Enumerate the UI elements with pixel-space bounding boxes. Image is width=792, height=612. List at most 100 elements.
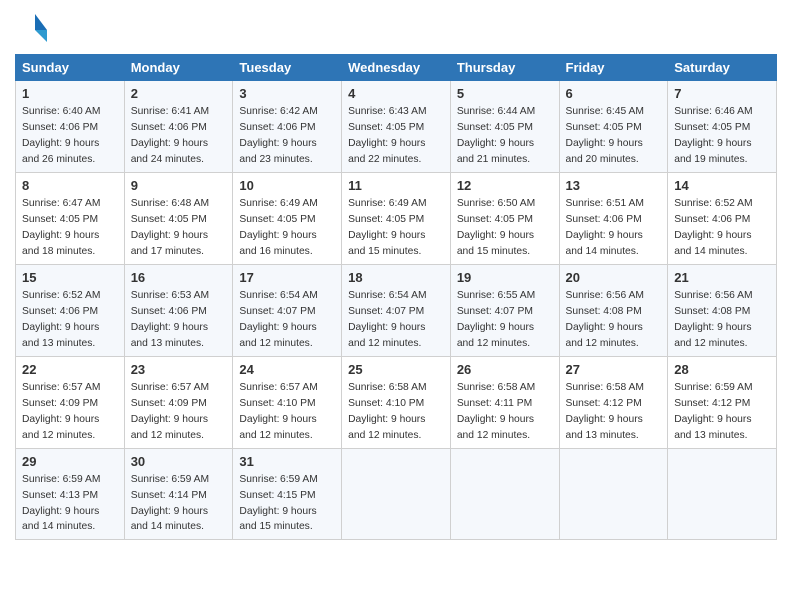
table-row: [668, 448, 777, 540]
day-number: 12: [457, 177, 553, 195]
table-row: 25 Sunrise: 6:58 AMSunset: 4:10 PMDaylig…: [342, 356, 451, 448]
col-sunday: Sunday: [16, 55, 125, 81]
table-row: 6 Sunrise: 6:45 AMSunset: 4:05 PMDayligh…: [559, 81, 668, 173]
day-number: 9: [131, 177, 227, 195]
day-number: 22: [22, 361, 118, 379]
table-row: 16 Sunrise: 6:53 AMSunset: 4:06 PMDaylig…: [124, 264, 233, 356]
logo-icon: [15, 10, 51, 46]
calendar-week-row: 1 Sunrise: 6:40 AMSunset: 4:06 PMDayligh…: [16, 81, 777, 173]
cell-content: Sunrise: 6:40 AMSunset: 4:06 PMDaylight:…: [22, 106, 100, 165]
cell-content: Sunrise: 6:56 AMSunset: 4:08 PMDaylight:…: [674, 290, 752, 349]
cell-content: Sunrise: 6:55 AMSunset: 4:07 PMDaylight:…: [457, 290, 535, 349]
cell-content: Sunrise: 6:41 AMSunset: 4:06 PMDaylight:…: [131, 106, 209, 165]
header: [15, 10, 777, 46]
page-container: Sunday Monday Tuesday Wednesday Thursday…: [0, 0, 792, 550]
day-number: 15: [22, 269, 118, 287]
table-row: 18 Sunrise: 6:54 AMSunset: 4:07 PMDaylig…: [342, 264, 451, 356]
day-number: 20: [566, 269, 662, 287]
calendar-week-row: 29 Sunrise: 6:59 AMSunset: 4:13 PMDaylig…: [16, 448, 777, 540]
cell-content: Sunrise: 6:58 AMSunset: 4:10 PMDaylight:…: [348, 382, 426, 441]
cell-content: Sunrise: 6:51 AMSunset: 4:06 PMDaylight:…: [566, 198, 644, 257]
calendar-table: Sunday Monday Tuesday Wednesday Thursday…: [15, 54, 777, 540]
day-number: 11: [348, 177, 444, 195]
table-row: 3 Sunrise: 6:42 AMSunset: 4:06 PMDayligh…: [233, 81, 342, 173]
day-number: 5: [457, 85, 553, 103]
cell-content: Sunrise: 6:44 AMSunset: 4:05 PMDaylight:…: [457, 106, 535, 165]
table-row: [342, 448, 451, 540]
cell-content: Sunrise: 6:54 AMSunset: 4:07 PMDaylight:…: [348, 290, 426, 349]
calendar-week-row: 8 Sunrise: 6:47 AMSunset: 4:05 PMDayligh…: [16, 172, 777, 264]
day-number: 1: [22, 85, 118, 103]
cell-content: Sunrise: 6:57 AMSunset: 4:09 PMDaylight:…: [131, 382, 209, 441]
table-row: 22 Sunrise: 6:57 AMSunset: 4:09 PMDaylig…: [16, 356, 125, 448]
table-row: 31 Sunrise: 6:59 AMSunset: 4:15 PMDaylig…: [233, 448, 342, 540]
table-row: 11 Sunrise: 6:49 AMSunset: 4:05 PMDaylig…: [342, 172, 451, 264]
day-number: 21: [674, 269, 770, 287]
table-row: 14 Sunrise: 6:52 AMSunset: 4:06 PMDaylig…: [668, 172, 777, 264]
day-number: 10: [239, 177, 335, 195]
cell-content: Sunrise: 6:54 AMSunset: 4:07 PMDaylight:…: [239, 290, 317, 349]
col-wednesday: Wednesday: [342, 55, 451, 81]
day-number: 7: [674, 85, 770, 103]
col-tuesday: Tuesday: [233, 55, 342, 81]
table-row: 10 Sunrise: 6:49 AMSunset: 4:05 PMDaylig…: [233, 172, 342, 264]
cell-content: Sunrise: 6:58 AMSunset: 4:11 PMDaylight:…: [457, 382, 535, 441]
day-number: 6: [566, 85, 662, 103]
cell-content: Sunrise: 6:59 AMSunset: 4:13 PMDaylight:…: [22, 474, 100, 533]
cell-content: Sunrise: 6:59 AMSunset: 4:15 PMDaylight:…: [239, 474, 317, 533]
cell-content: Sunrise: 6:43 AMSunset: 4:05 PMDaylight:…: [348, 106, 426, 165]
day-number: 3: [239, 85, 335, 103]
table-row: 20 Sunrise: 6:56 AMSunset: 4:08 PMDaylig…: [559, 264, 668, 356]
day-number: 31: [239, 453, 335, 471]
cell-content: Sunrise: 6:56 AMSunset: 4:08 PMDaylight:…: [566, 290, 644, 349]
col-monday: Monday: [124, 55, 233, 81]
cell-content: Sunrise: 6:59 AMSunset: 4:14 PMDaylight:…: [131, 474, 209, 533]
cell-content: Sunrise: 6:57 AMSunset: 4:09 PMDaylight:…: [22, 382, 100, 441]
day-number: 28: [674, 361, 770, 379]
day-number: 16: [131, 269, 227, 287]
table-row: 15 Sunrise: 6:52 AMSunset: 4:06 PMDaylig…: [16, 264, 125, 356]
day-number: 14: [674, 177, 770, 195]
cell-content: Sunrise: 6:42 AMSunset: 4:06 PMDaylight:…: [239, 106, 317, 165]
calendar-header-row: Sunday Monday Tuesday Wednesday Thursday…: [16, 55, 777, 81]
table-row: 30 Sunrise: 6:59 AMSunset: 4:14 PMDaylig…: [124, 448, 233, 540]
table-row: 13 Sunrise: 6:51 AMSunset: 4:06 PMDaylig…: [559, 172, 668, 264]
cell-content: Sunrise: 6:47 AMSunset: 4:05 PMDaylight:…: [22, 198, 100, 257]
col-thursday: Thursday: [450, 55, 559, 81]
table-row: 1 Sunrise: 6:40 AMSunset: 4:06 PMDayligh…: [16, 81, 125, 173]
cell-content: Sunrise: 6:50 AMSunset: 4:05 PMDaylight:…: [457, 198, 535, 257]
day-number: 24: [239, 361, 335, 379]
day-number: 13: [566, 177, 662, 195]
table-row: 5 Sunrise: 6:44 AMSunset: 4:05 PMDayligh…: [450, 81, 559, 173]
table-row: 24 Sunrise: 6:57 AMSunset: 4:10 PMDaylig…: [233, 356, 342, 448]
day-number: 2: [131, 85, 227, 103]
day-number: 27: [566, 361, 662, 379]
day-number: 30: [131, 453, 227, 471]
cell-content: Sunrise: 6:45 AMSunset: 4:05 PMDaylight:…: [566, 106, 644, 165]
day-number: 18: [348, 269, 444, 287]
calendar-week-row: 15 Sunrise: 6:52 AMSunset: 4:06 PMDaylig…: [16, 264, 777, 356]
logo: [15, 10, 55, 46]
table-row: 28 Sunrise: 6:59 AMSunset: 4:12 PMDaylig…: [668, 356, 777, 448]
day-number: 23: [131, 361, 227, 379]
calendar-week-row: 22 Sunrise: 6:57 AMSunset: 4:09 PMDaylig…: [16, 356, 777, 448]
cell-content: Sunrise: 6:57 AMSunset: 4:10 PMDaylight:…: [239, 382, 317, 441]
cell-content: Sunrise: 6:53 AMSunset: 4:06 PMDaylight:…: [131, 290, 209, 349]
col-friday: Friday: [559, 55, 668, 81]
table-row: [559, 448, 668, 540]
table-row: 27 Sunrise: 6:58 AMSunset: 4:12 PMDaylig…: [559, 356, 668, 448]
table-row: 23 Sunrise: 6:57 AMSunset: 4:09 PMDaylig…: [124, 356, 233, 448]
cell-content: Sunrise: 6:46 AMSunset: 4:05 PMDaylight:…: [674, 106, 752, 165]
table-row: 9 Sunrise: 6:48 AMSunset: 4:05 PMDayligh…: [124, 172, 233, 264]
day-number: 8: [22, 177, 118, 195]
day-number: 29: [22, 453, 118, 471]
day-number: 19: [457, 269, 553, 287]
cell-content: Sunrise: 6:59 AMSunset: 4:12 PMDaylight:…: [674, 382, 752, 441]
table-row: 4 Sunrise: 6:43 AMSunset: 4:05 PMDayligh…: [342, 81, 451, 173]
cell-content: Sunrise: 6:49 AMSunset: 4:05 PMDaylight:…: [239, 198, 317, 257]
table-row: 19 Sunrise: 6:55 AMSunset: 4:07 PMDaylig…: [450, 264, 559, 356]
table-row: 17 Sunrise: 6:54 AMSunset: 4:07 PMDaylig…: [233, 264, 342, 356]
cell-content: Sunrise: 6:48 AMSunset: 4:05 PMDaylight:…: [131, 198, 209, 257]
cell-content: Sunrise: 6:49 AMSunset: 4:05 PMDaylight:…: [348, 198, 426, 257]
table-row: 21 Sunrise: 6:56 AMSunset: 4:08 PMDaylig…: [668, 264, 777, 356]
